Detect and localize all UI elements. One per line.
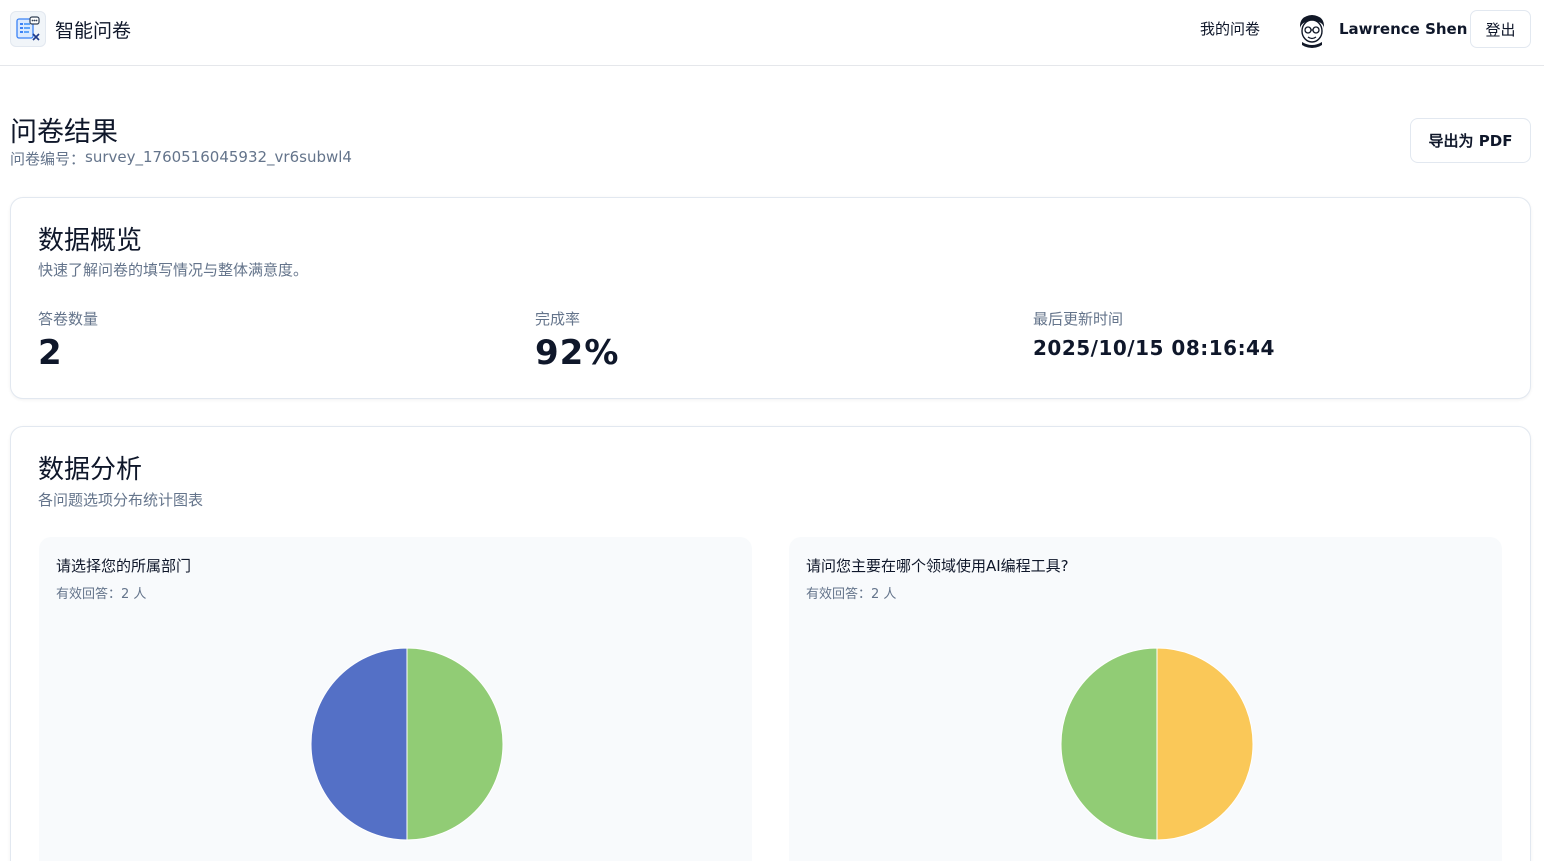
stat-value: 2025/10/15 08:16:44: [1033, 336, 1275, 360]
stat-label: 完成率: [535, 310, 581, 328]
stat-last-updated: 最后更新时间 2025/10/15 08:16:44: [1033, 308, 1275, 360]
question-meta: 有效回答： 2 人: [806, 583, 896, 602]
stat-label: 最后更新时间: [1033, 310, 1124, 328]
pie-chart[interactable]: [310, 647, 504, 841]
pie-slice[interactable]: [406, 647, 504, 841]
user-name: Lawrence Shen: [1339, 20, 1468, 38]
question-title: 请选择您的所属部门: [56, 557, 192, 575]
top-navbar: 智能问卷 我的问卷 Lawrence Shen 登出: [0, 0, 1544, 66]
pie-slice[interactable]: [310, 647, 408, 841]
survey-id-value: survey_1760516045932_vr6subwl4: [85, 148, 352, 166]
responses-value: 2 人: [121, 587, 147, 602]
overview-description: 快速了解问卷的填写情况与整体满意度。: [38, 261, 309, 279]
nav-my-surveys[interactable]: 我的问卷: [1200, 18, 1260, 39]
app-title: 智能问卷: [55, 19, 132, 42]
responses-label: 有效回答：: [806, 587, 872, 602]
pie-chart[interactable]: [1060, 647, 1254, 841]
analysis-card: 数据分析 各问题选项分布统计图表 请选择您的所属部门 有效回答： 2 人 请问您…: [10, 426, 1531, 861]
stat-label: 答卷数量: [38, 310, 99, 328]
page-title: 问卷结果: [10, 117, 118, 148]
survey-id-label: 问卷编号：: [10, 150, 86, 168]
user-menu[interactable]: Lawrence Shen: [1293, 10, 1467, 48]
survey-logo-icon: [10, 11, 46, 47]
logout-button[interactable]: 登出: [1470, 10, 1531, 48]
question-title: 请问您主要在哪个领域使用AI编程工具?: [806, 557, 1069, 575]
overview-title: 数据概览: [38, 226, 143, 256]
question-chart-panel: 请选择您的所属部门 有效回答： 2 人: [39, 537, 752, 861]
avatar: [1293, 10, 1331, 48]
question-chart-panel: 请问您主要在哪个领域使用AI编程工具? 有效回答： 2 人: [789, 537, 1502, 861]
question-meta: 有效回答： 2 人: [56, 583, 146, 602]
stat-completion-rate: 完成率 92%: [535, 308, 619, 373]
analysis-description: 各问题选项分布统计图表: [38, 491, 204, 509]
stat-value: 92%: [535, 333, 620, 373]
brand[interactable]: 智能问卷: [10, 11, 131, 47]
responses-value: 2 人: [871, 587, 897, 602]
stat-response-count: 答卷数量 2: [38, 308, 98, 373]
responses-label: 有效回答：: [56, 587, 122, 602]
pie-slice[interactable]: [1156, 647, 1254, 841]
stat-value: 2: [38, 333, 63, 373]
analysis-title: 数据分析: [38, 455, 143, 485]
survey-id: 问卷编号： survey_1760516045932_vr6subwl4: [10, 148, 352, 169]
overview-card: 数据概览 快速了解问卷的填写情况与整体满意度。 答卷数量 2 完成率 92% 最…: [10, 197, 1531, 399]
export-pdf-button[interactable]: 导出为 PDF: [1410, 118, 1531, 163]
pie-slice[interactable]: [1060, 647, 1158, 841]
